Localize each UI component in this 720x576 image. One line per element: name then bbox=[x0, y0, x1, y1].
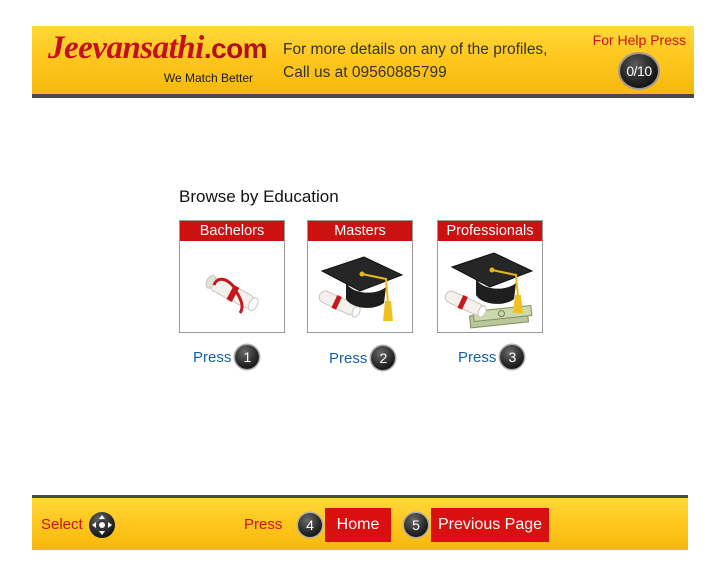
education-card-professionals[interactable]: Professionals bbox=[437, 220, 543, 333]
contact-line-2: Call us at 09560885799 bbox=[283, 64, 447, 81]
logo-suffix-text: .com bbox=[203, 33, 268, 64]
press-label: Press bbox=[329, 349, 368, 367]
card-title: Bachelors bbox=[180, 221, 284, 241]
graduation-cap-money-icon bbox=[438, 241, 542, 332]
remote-dpad-icon bbox=[89, 512, 115, 538]
diploma-scroll-icon bbox=[180, 241, 284, 332]
education-card-bachelors[interactable]: Bachelors bbox=[179, 220, 285, 333]
card-title: Professionals bbox=[438, 221, 542, 241]
dpad-down-arrow-icon bbox=[99, 531, 105, 535]
logo-main-text: Jeevansathi bbox=[48, 30, 204, 66]
press-label: Press bbox=[193, 348, 232, 366]
select-label: Select bbox=[41, 516, 83, 533]
footer-press-label: Press bbox=[244, 516, 283, 533]
education-card-masters[interactable]: Masters bbox=[307, 220, 413, 333]
previous-page-button[interactable]: Previous Page bbox=[431, 508, 549, 542]
dpad-left-arrow-icon bbox=[92, 522, 96, 528]
press-option-1[interactable]: Press 1 bbox=[193, 345, 260, 369]
press-label: Press bbox=[458, 348, 497, 366]
footer-bar: Select Press 4 Home 5 Previous Page bbox=[32, 498, 688, 550]
press-option-3[interactable]: Press 3 bbox=[458, 345, 525, 369]
previous-number-badge: 5 bbox=[404, 513, 428, 537]
logo-wordmark: Jeevansathi.com bbox=[48, 30, 268, 67]
header-divider bbox=[32, 94, 694, 98]
help-button[interactable]: 0/10 bbox=[620, 54, 658, 88]
jeevansathi-logo: Jeevansathi.com We Match Better bbox=[48, 30, 268, 90]
dpad-center-icon bbox=[97, 520, 107, 530]
page-title: Browse by Education bbox=[179, 187, 339, 206]
header-bar: Jeevansathi.com We Match Better For more… bbox=[32, 26, 694, 94]
contact-line-1: For more details on any of the profiles, bbox=[283, 41, 548, 58]
help-label: For Help Press bbox=[592, 32, 686, 48]
number-badge: 3 bbox=[500, 345, 525, 369]
home-button[interactable]: Home bbox=[325, 508, 391, 542]
dpad-up-arrow-icon bbox=[99, 515, 105, 519]
number-badge: 1 bbox=[235, 345, 260, 369]
dpad-right-arrow-icon bbox=[108, 522, 112, 528]
card-title: Masters bbox=[308, 221, 412, 241]
number-badge: 2 bbox=[371, 346, 396, 370]
contact-info: For more details on any of the profiles,… bbox=[283, 38, 548, 84]
logo-tagline: We Match Better bbox=[163, 71, 253, 85]
press-option-2[interactable]: Press 2 bbox=[329, 346, 396, 370]
home-number-badge: 4 bbox=[298, 513, 322, 537]
graduation-cap-diploma-icon bbox=[308, 241, 412, 332]
